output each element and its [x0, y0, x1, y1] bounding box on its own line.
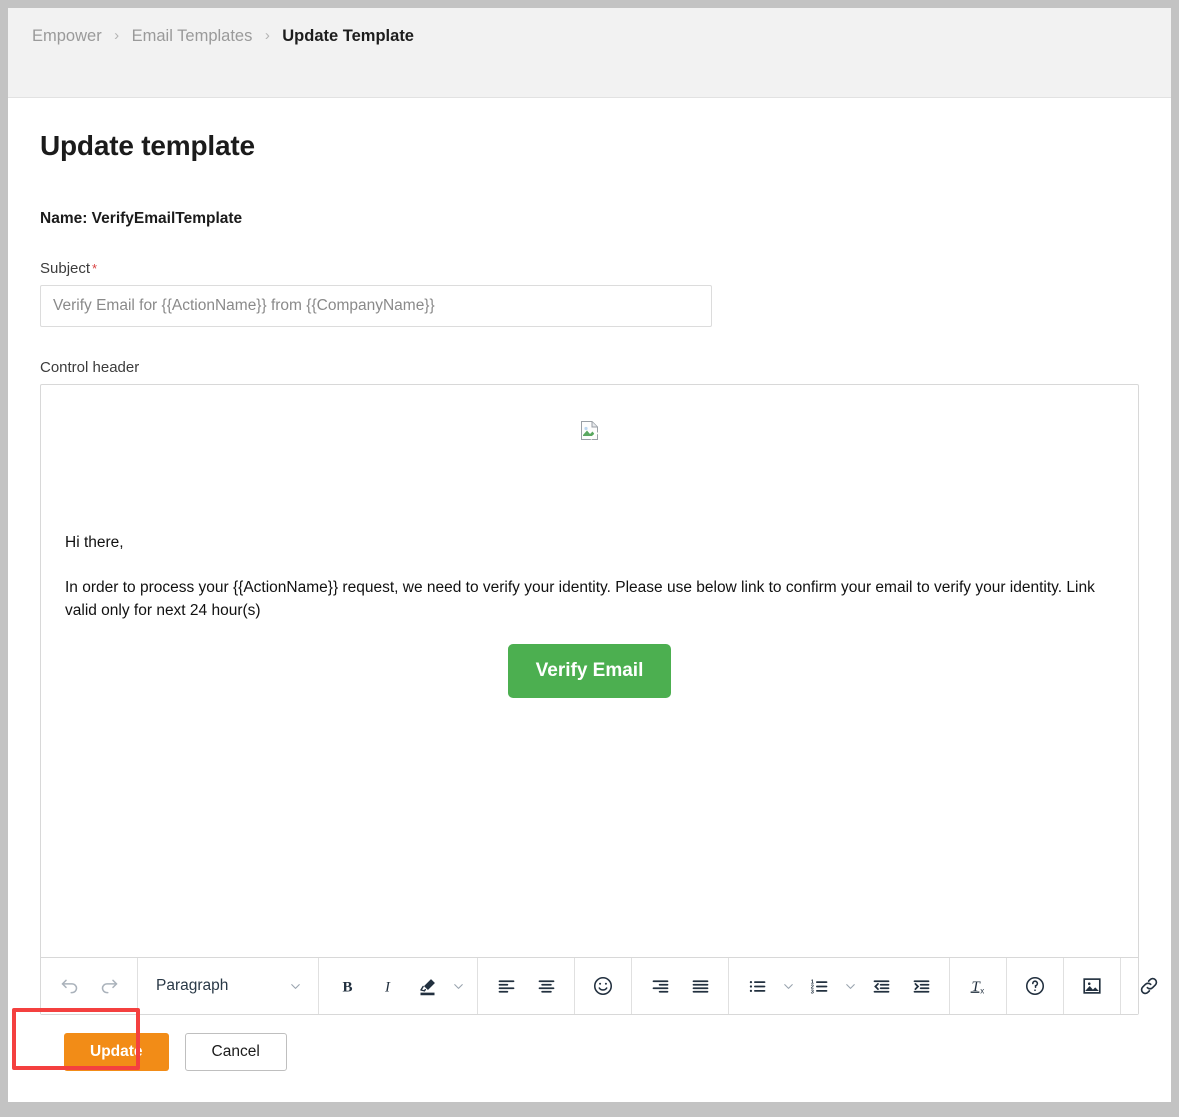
redo-icon[interactable] — [89, 959, 129, 1013]
indent-icon[interactable] — [901, 959, 941, 1013]
bulleted-list-icon[interactable] — [737, 959, 777, 1013]
align-left-icon[interactable] — [486, 959, 526, 1013]
svg-text:x: x — [980, 986, 984, 995]
breadcrumb-item-empower[interactable]: Empower — [32, 26, 102, 46]
image-icon[interactable] — [1072, 959, 1112, 1013]
subject-label-text: Subject — [40, 260, 90, 277]
cancel-button[interactable]: Cancel — [185, 1033, 287, 1071]
required-asterisk: * — [92, 261, 97, 276]
svg-text:I: I — [383, 979, 390, 995]
app-page: Empower › Email Templates › Update Templ… — [8, 8, 1171, 1102]
help-circle-icon[interactable] — [1015, 959, 1055, 1013]
template-name-line: Name: VerifyEmailTemplate — [40, 210, 1139, 228]
chevron-down-icon[interactable] — [447, 959, 469, 1013]
toolbar-group-align-primary — [478, 958, 575, 1014]
main-content: Update template Name: VerifyEmailTemplat… — [8, 130, 1171, 1071]
form-actions: Update Cancel — [40, 1033, 1139, 1071]
align-justify-icon[interactable] — [680, 959, 720, 1013]
bold-icon[interactable]: B — [327, 959, 367, 1013]
subject-input[interactable] — [40, 285, 712, 327]
outdent-icon[interactable] — [861, 959, 901, 1013]
text-highlight-icon[interactable] — [407, 959, 447, 1013]
toolbar-group-clear-format: T x — [950, 958, 1007, 1014]
svg-text:3: 3 — [810, 989, 813, 995]
screenshot-viewport: Empower › Email Templates › Update Templ… — [0, 0, 1179, 1117]
toolbar-group-emoji — [575, 958, 632, 1014]
toolbar-group-insert-image — [1064, 958, 1121, 1014]
broken-image-icon — [581, 421, 598, 440]
editor-toolbar: Paragraph B I — [41, 957, 1138, 1014]
toolbar-group-text-style: B I — [319, 958, 478, 1014]
email-body: Hi there, In order to process your {{Act… — [61, 531, 1118, 622]
breadcrumb-bar: Empower › Email Templates › Update Templ… — [8, 8, 1171, 98]
breadcrumb-item-email-templates[interactable]: Email Templates — [132, 26, 253, 46]
undo-icon[interactable] — [49, 959, 89, 1013]
update-button[interactable]: Update — [64, 1033, 169, 1071]
toolbar-group-insert-link — [1121, 958, 1171, 1014]
editor-image-row — [61, 411, 1118, 531]
chevron-down-icon[interactable] — [777, 959, 799, 1013]
breadcrumb-separator: › — [265, 27, 270, 44]
svg-text:B: B — [342, 979, 352, 995]
emoji-icon[interactable] — [583, 959, 623, 1013]
page-title: Update template — [40, 130, 1139, 162]
chevron-down-icon[interactable] — [839, 959, 861, 1013]
email-greeting: Hi there, — [65, 531, 1114, 554]
breadcrumb-item-update-template: Update Template — [282, 26, 414, 46]
email-cta-row: Verify Email — [61, 644, 1118, 698]
toolbar-group-block-format: Paragraph — [138, 958, 319, 1014]
paragraph-format-select[interactable]: Paragraph — [146, 959, 310, 1013]
numbered-list-icon[interactable]: 1 2 3 — [799, 959, 839, 1013]
align-right-icon[interactable] — [640, 959, 680, 1013]
verify-email-button[interactable]: Verify Email — [508, 644, 672, 698]
control-header-label: Control header — [40, 359, 1139, 376]
subject-label: Subject* — [40, 260, 1139, 277]
italic-icon[interactable]: I — [367, 959, 407, 1013]
clear-formatting-icon[interactable]: T x — [958, 959, 998, 1013]
email-paragraph: In order to process your {{ActionName}} … — [65, 576, 1114, 622]
rich-text-editor: Hi there, In order to process your {{Act… — [40, 384, 1139, 1015]
chevron-down-icon — [284, 959, 306, 1013]
align-center-icon[interactable] — [526, 959, 566, 1013]
editor-content-area[interactable]: Hi there, In order to process your {{Act… — [41, 385, 1138, 957]
toolbar-group-lists: 1 2 3 — [729, 958, 950, 1014]
toolbar-group-history — [41, 958, 138, 1014]
breadcrumb-separator: › — [114, 27, 119, 44]
toolbar-group-help — [1007, 958, 1064, 1014]
link-icon[interactable] — [1129, 959, 1169, 1013]
toolbar-group-align-secondary — [632, 958, 729, 1014]
paragraph-format-value: Paragraph — [156, 977, 228, 995]
